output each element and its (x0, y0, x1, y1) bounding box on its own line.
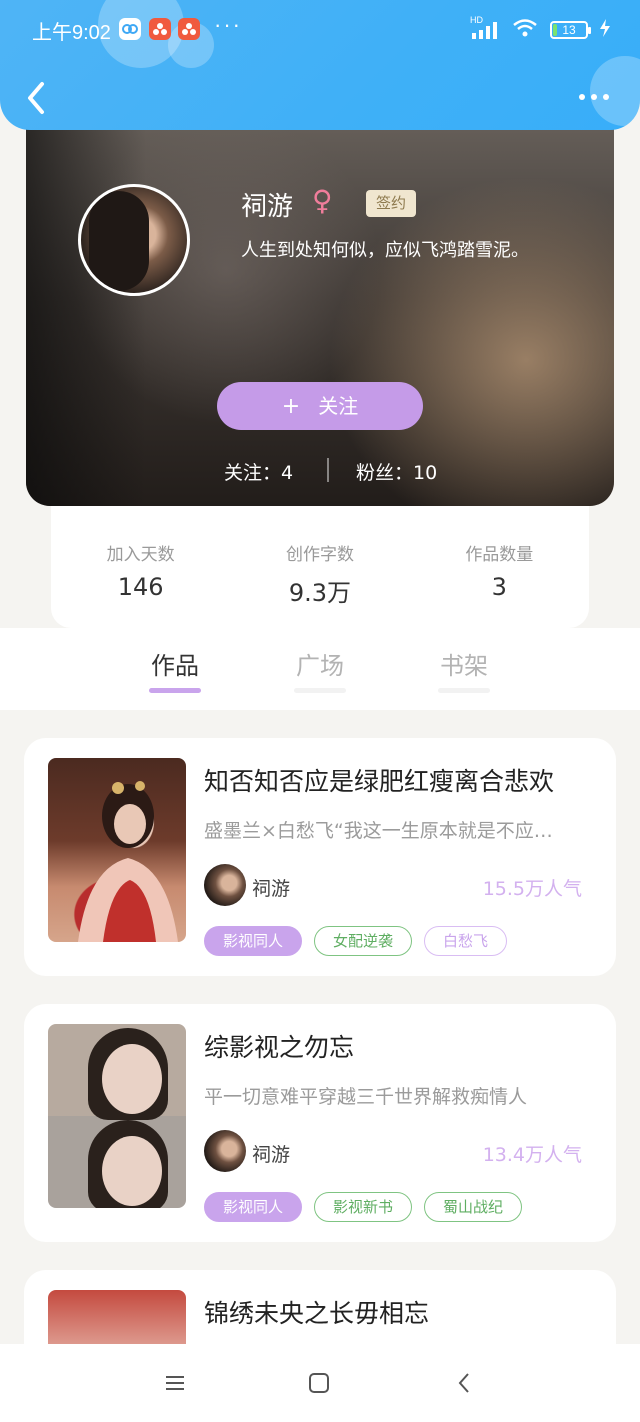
stat-value: 3 (491, 573, 507, 601)
tab-indicator (438, 688, 490, 693)
tab-square[interactable]: 广场 (280, 646, 360, 693)
follow-button[interactable]: + 关注 (217, 382, 423, 430)
app-icon-1 (149, 18, 171, 40)
book-tag[interactable]: 蜀山战纪 (424, 1192, 523, 1222)
profile-tabs: 作品 广场 书架 (0, 628, 640, 710)
top-header: 上午9:02 ··· HD 13 (0, 0, 640, 130)
battery-fill (553, 24, 558, 36)
tab-active-indicator (149, 688, 201, 693)
app-icon-2 (178, 18, 200, 40)
book-popularity: 15.5万人气 (482, 878, 582, 900)
book-title: 知否知否应是绿肥红瘦离合悲欢 (204, 767, 555, 796)
stat-label: 创作字数 (285, 545, 354, 565)
author-name: 祠游 (252, 1144, 291, 1166)
back-button[interactable] (22, 78, 52, 118)
status-more-dots: ··· (214, 12, 242, 37)
system-nav-bar (0, 1344, 640, 1422)
charging-icon (600, 19, 610, 41)
stat-join-days: 加入天数 146 (71, 540, 211, 628)
stats-card: 加入天数 146 创作字数 9.3万 作品数量 3 (51, 506, 589, 628)
battery-icon: 13 (550, 21, 591, 39)
book-description: 平一切意难平穿越三千世界解救痴情人 (204, 1086, 528, 1108)
signed-badge: 签约 (366, 190, 416, 217)
stat-word-count: 创作字数 9.3万 (250, 540, 390, 628)
tab-label: 书架 (440, 652, 488, 680)
tab-indicator (294, 688, 346, 693)
more-dot (591, 94, 597, 100)
book-tags: 影视同人 女配逆袭 白愁飞 (204, 926, 508, 956)
home-icon[interactable] (304, 1368, 334, 1398)
cover-figure-face (102, 1136, 162, 1206)
stat-works-count: 作品数量 3 (429, 540, 569, 628)
book-cover[interactable] (48, 758, 186, 942)
counts-divider (327, 458, 329, 482)
hero-shade (26, 100, 146, 506)
book-card[interactable]: 综影视之勿忘 平一切意难平穿越三千世界解救痴情人 祠游 13.4万人气 影视同人… (24, 1004, 616, 1242)
more-dot (603, 94, 609, 100)
tab-works[interactable]: 作品 (135, 646, 215, 693)
female-icon: ♀ (312, 184, 333, 217)
stat-label: 作品数量 (465, 545, 534, 565)
tab-label: 作品 (151, 652, 199, 680)
status-time: 上午9:02 (32, 22, 111, 44)
follow-label: 关注 (318, 394, 359, 418)
plus-icon: + (281, 394, 301, 419)
book-popularity: 13.4万人气 (482, 1144, 582, 1166)
tab-label: 广场 (296, 652, 344, 680)
book-tag[interactable]: 白愁飞 (424, 926, 508, 956)
wifi-icon (512, 18, 538, 42)
profile-name: 祠游 (241, 192, 294, 222)
book-card[interactable]: 知否知否应是绿肥红瘦离合悲欢 盛墨兰×白愁飞“我这一生原本就是不应… 祠游 15… (24, 738, 616, 976)
tab-bookshelf[interactable]: 书架 (424, 646, 504, 693)
stat-value: 146 (117, 573, 164, 601)
book-tag[interactable]: 女配逆袭 (314, 926, 413, 956)
author-name: 祠游 (252, 878, 291, 900)
stat-value: 9.3万 (288, 579, 352, 607)
status-right: HD 13 (470, 15, 610, 42)
following-count[interactable]: 关注：4 (224, 458, 293, 485)
profile-hero: 祠游 ♀ 签约 人生到处知何似，应似飞鸿踏雪泥。 + 关注 关注：4 粉丝：10 (26, 100, 614, 506)
fans-count[interactable]: 粉丝：10 (356, 458, 437, 485)
avatar-hair (89, 191, 149, 291)
back-nav-icon[interactable] (450, 1368, 480, 1398)
signal-icon: HD (470, 15, 500, 41)
follow-counts: 关注：4 粉丝：10 (26, 456, 614, 484)
author-avatar (204, 1130, 246, 1172)
book-tag[interactable]: 影视同人 (204, 1192, 303, 1222)
book-title: 锦绣未央之长毋相忘 (204, 1299, 430, 1328)
more-dot (579, 94, 585, 100)
author-avatar (204, 864, 246, 906)
status-bar: 上午9:02 ··· HD 13 (0, 0, 640, 60)
battery-level: 13 (562, 23, 576, 37)
book-description: 盛墨兰×白愁飞“我这一生原本就是不应… (204, 820, 553, 842)
book-tag[interactable]: 影视同人 (204, 926, 303, 956)
book-tag[interactable]: 影视新书 (314, 1192, 413, 1222)
cover-figure-face (102, 1044, 162, 1114)
book-tags: 影视同人 影视新书 蜀山战纪 (204, 1192, 523, 1222)
book-title: 综影视之勿忘 (204, 1033, 355, 1062)
baidu-netdisk-icon (119, 18, 141, 40)
profile-avatar[interactable] (78, 184, 190, 296)
more-options-button[interactable] (576, 82, 612, 112)
profile-bio: 人生到处知何似，应似飞鸿踏雪泥。 (241, 240, 529, 261)
menu-icon[interactable] (160, 1368, 190, 1398)
chevron-left-icon (28, 82, 44, 114)
stat-label: 加入天数 (106, 545, 175, 565)
book-cover[interactable] (48, 1024, 186, 1208)
